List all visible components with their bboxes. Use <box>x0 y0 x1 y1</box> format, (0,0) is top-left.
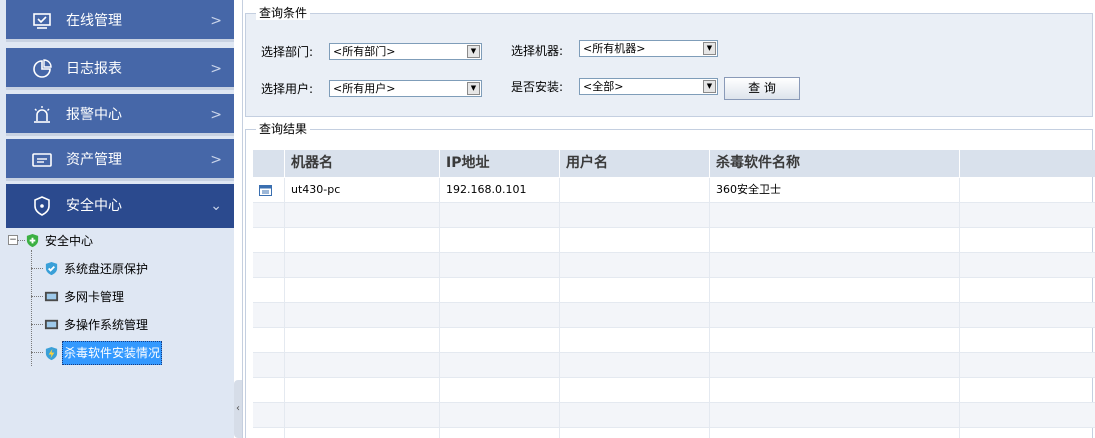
chevron-right-icon: > <box>210 107 222 123</box>
machine-label: 选择机器: <box>511 44 564 58</box>
nav-label: 安全中心 <box>66 198 122 214</box>
search-button[interactable]: 查 询 <box>724 77 800 100</box>
select-value: <所有机器> <box>583 42 646 55</box>
tree-item-antivirus-install[interactable]: 杀毒软件安装情况 <box>44 341 163 365</box>
row-record-icon <box>259 185 272 196</box>
monitor-check-icon <box>33 13 51 29</box>
nav-item-asset-management[interactable]: 资产管理 > <box>6 139 234 181</box>
chevron-down-icon: ⌄ <box>210 198 222 214</box>
column-header-filler <box>959 150 1095 177</box>
dropdown-arrow-icon: ▼ <box>703 80 716 93</box>
nav-item-online-management[interactable]: 在线管理 > <box>6 0 234 42</box>
os-window-icon <box>44 319 59 330</box>
tree-label: 多网卡管理 <box>64 289 125 304</box>
nav-label: 在线管理 <box>66 13 122 29</box>
chevron-right-icon: > <box>210 152 222 168</box>
column-separator <box>959 203 960 438</box>
column-header[interactable]: IP地址 <box>439 150 559 177</box>
query-conditions-panel <box>245 13 1093 117</box>
installed-select[interactable]: <全部> ▼ <box>579 78 718 95</box>
network-card-icon <box>44 291 59 302</box>
row-selector[interactable] <box>253 178 284 202</box>
dropdown-arrow-icon: ▼ <box>703 42 716 55</box>
table-row[interactable]: ut430-pc 192.168.0.101 360安全卫士 <box>253 178 1095 203</box>
empty-row <box>253 303 1095 328</box>
chevron-right-icon: > <box>210 13 222 29</box>
column-separator <box>559 203 560 438</box>
tree-connector <box>31 352 43 353</box>
grid-header: 机器名 IP地址 用户名 杀毒软件名称 <box>253 150 1095 177</box>
empty-row <box>253 328 1095 353</box>
results-grid: 机器名 IP地址 用户名 杀毒软件名称 ut430-pc 192.168.0.1… <box>253 150 1095 438</box>
cell-filler <box>959 178 1095 202</box>
tree-root-security-center[interactable]: 安全中心 <box>25 229 95 251</box>
cell-user <box>559 178 709 202</box>
nav-item-alarm-center[interactable]: 报警中心 > <box>6 94 234 136</box>
select-value: <所有部门> <box>333 45 396 58</box>
user-select[interactable]: <所有用户> ▼ <box>329 80 482 97</box>
asset-card-icon <box>32 153 52 167</box>
cell-ip: 192.168.0.101 <box>439 178 559 202</box>
nav-label: 资产管理 <box>66 152 122 168</box>
tree-connector <box>31 268 43 269</box>
tree-label: 多操作系统管理 <box>64 317 149 332</box>
pie-chart-icon <box>33 59 52 78</box>
shield-bolt-icon <box>45 346 58 360</box>
shield-plus-icon <box>26 233 39 248</box>
nav-label: 报警中心 <box>66 107 122 123</box>
nav-item-log-reports[interactable]: 日志报表 > <box>6 48 234 90</box>
empty-row <box>253 378 1095 403</box>
tree-label: 系统盘还原保护 <box>64 261 149 276</box>
results-legend: 查询结果 <box>256 122 311 136</box>
collapse-sidebar-handle[interactable]: ‹ <box>234 380 242 438</box>
cell-machine: ut430-pc <box>284 178 439 202</box>
tree-connector <box>31 324 43 325</box>
tree-connector <box>17 240 25 241</box>
alarm-icon <box>34 106 50 123</box>
nav-item-security-center[interactable]: 安全中心 ⌄ <box>6 184 234 228</box>
tree-label: 杀毒软件安装情况 <box>62 341 163 365</box>
empty-row <box>253 253 1095 278</box>
machine-select[interactable]: <所有机器> ▼ <box>579 40 718 57</box>
empty-row <box>253 203 1095 228</box>
empty-row <box>253 278 1095 303</box>
tree-label: 安全中心 <box>45 233 94 248</box>
dropdown-arrow-icon: ▼ <box>467 82 480 95</box>
column-header[interactable]: 用户名 <box>559 150 709 177</box>
column-header[interactable]: 杀毒软件名称 <box>709 150 959 177</box>
select-value: <全部> <box>583 80 624 93</box>
main-content: 查询条件 选择部门: <所有部门> ▼ 选择机器: <所有机器> ▼ 选择用户:… <box>243 0 1095 438</box>
nav-label: 日志报表 <box>66 61 122 77</box>
column-separator <box>709 203 710 438</box>
sidebar: 在线管理 > 日志报表 > 报警中心 > 资产管理 > 安全中心 ⌄ − 安全中… <box>0 0 234 438</box>
dept-select[interactable]: <所有部门> ▼ <box>329 43 482 60</box>
shield-icon <box>34 196 50 216</box>
user-label: 选择用户: <box>261 82 314 96</box>
column-separator <box>439 203 440 438</box>
tree-item-system-disk-restore[interactable]: 系统盘还原保护 <box>44 257 150 279</box>
query-legend: 查询条件 <box>256 6 311 20</box>
installed-label: 是否安装: <box>511 80 564 94</box>
shield-check-icon <box>45 261 58 276</box>
column-header[interactable]: 机器名 <box>284 150 439 177</box>
chevron-right-icon: > <box>210 61 222 77</box>
select-value: <所有用户> <box>333 82 396 95</box>
empty-row <box>253 353 1095 378</box>
dept-label: 选择部门: <box>261 45 314 59</box>
tree-item-multi-nic[interactable]: 多网卡管理 <box>44 285 126 307</box>
column-separator <box>284 203 285 438</box>
header-selector-column <box>253 150 284 177</box>
empty-row <box>253 228 1095 253</box>
tree-item-multi-os[interactable]: 多操作系统管理 <box>44 313 150 335</box>
tree-connector <box>31 296 43 297</box>
cell-antivirus: 360安全卫士 <box>709 178 959 202</box>
dropdown-arrow-icon: ▼ <box>467 45 480 58</box>
empty-row <box>253 428 1095 438</box>
empty-row <box>253 403 1095 428</box>
